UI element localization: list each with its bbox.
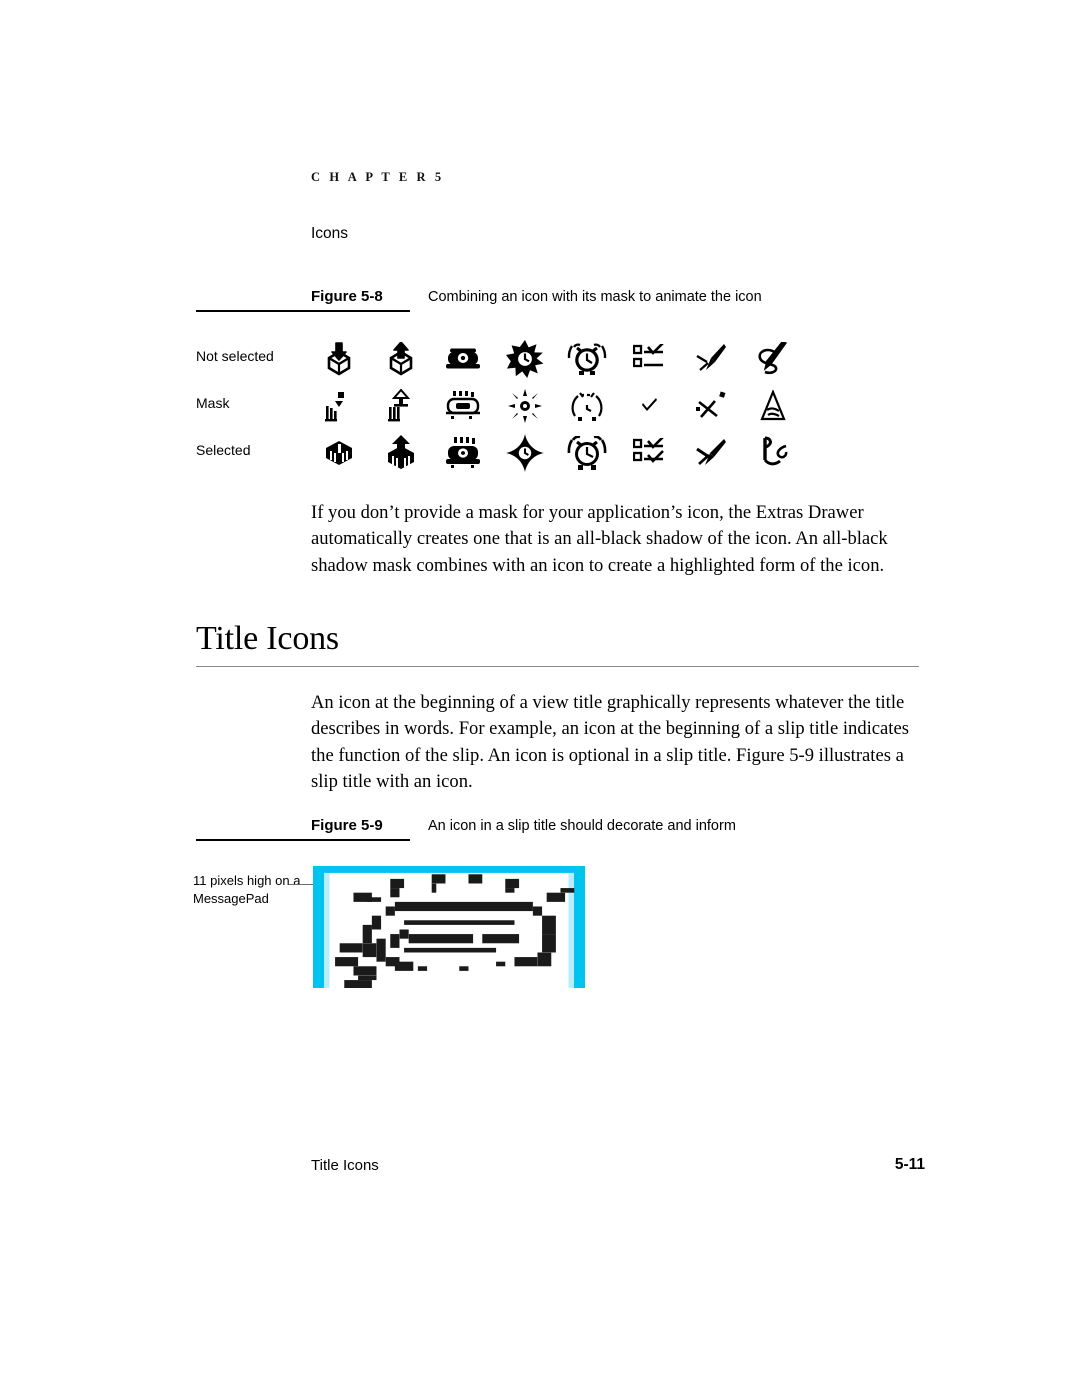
pen-sparkle-glyph: [695, 343, 727, 375]
box-arrow-down-selected-icon: [308, 430, 370, 476]
section-heading-title-icons: Title Icons: [196, 620, 339, 657]
icon-row-not-selected: Not selected: [196, 336, 956, 382]
clock-starburst-mask-icon: [494, 383, 556, 429]
slip-title-bitmap-figure: [313, 866, 585, 988]
figure-number: Figure 5-8: [311, 288, 383, 305]
telephone-selected-icon: [432, 430, 494, 476]
icon-comparison-matrix: Not selected Mask Selected: [196, 336, 956, 476]
icon-row-mask: Mask: [196, 383, 956, 429]
box-arrow-down-icon: [308, 336, 370, 382]
slip-title-bitmap-canvas: [313, 866, 585, 988]
checklist-icon: [618, 336, 680, 382]
figure-caption-text: Combining an icon with its mask to anima…: [428, 289, 762, 305]
box-arrow-up-icon: [370, 336, 432, 382]
chapter-running-head: C H A P T E R 5: [311, 170, 445, 184]
alarm-clock-mask-glyph: [568, 390, 606, 422]
alarm-clock-selected-glyph: [567, 436, 607, 470]
clock-diamond-selected-glyph: [506, 434, 544, 472]
icon-cells-mask: [308, 383, 956, 429]
pen-sparkle-mask-icon: [680, 383, 742, 429]
pencil-scribble-selected-glyph: [756, 436, 790, 470]
pen-sparkle-selected-icon: [680, 430, 742, 476]
pencil-scribble-mask-glyph: [757, 390, 789, 422]
box-arrow-down-selected-glyph: [321, 438, 357, 468]
row-label-mask: Mask: [196, 395, 230, 411]
pencil-scribble-selected-icon: [742, 430, 804, 476]
caption-rule: [196, 839, 410, 841]
clock-starburst-icon: [494, 336, 556, 382]
checklist-selected-icon: [618, 430, 680, 476]
telephone-selected-glyph: [443, 437, 483, 469]
figure-caption-text: An icon in a slip title should decorate …: [428, 818, 736, 834]
pencil-scribble-icon: [742, 336, 804, 382]
icon-cells-not-selected: [308, 336, 956, 382]
chapter-title: Icons: [311, 225, 349, 242]
paragraph-mask-explanation: If you don’t provide a mask for your app…: [311, 502, 888, 576]
box-arrow-down-mask-icon: [308, 383, 370, 429]
checklist-mask-icon: [618, 383, 680, 429]
section-heading-rule: [196, 666, 919, 668]
checklist-selected-glyph: [633, 438, 665, 468]
box-arrow-up-mask-icon: [370, 383, 432, 429]
box-arrow-down-mask-glyph: [324, 390, 354, 422]
clock-starburst-glyph: [506, 340, 544, 378]
pen-sparkle-selected-glyph: [695, 437, 727, 469]
icon-row-selected: Selected: [196, 430, 956, 476]
paragraph-title-icon-intro: An icon at the beginning of a view title…: [311, 692, 909, 792]
telephone-glyph: [443, 346, 483, 372]
box-arrow-up-selected-icon: [370, 430, 432, 476]
telephone-mask-glyph: [443, 391, 483, 421]
telephone-icon: [432, 336, 494, 382]
clock-diamond-selected-icon: [494, 430, 556, 476]
alarm-clock-mask-icon: [556, 383, 618, 429]
document-page: C H A P T E R 5 Icons Figure 5-8 Combini…: [0, 0, 1080, 1397]
telephone-mask-icon: [432, 383, 494, 429]
clock-starburst-mask-glyph: [506, 387, 544, 425]
pen-sparkle-icon: [680, 336, 742, 382]
icon-cells-selected: [308, 430, 956, 476]
figure-caption-5-8: Figure 5-8 Combining an icon with its ma…: [196, 288, 956, 314]
row-label-not-selected: Not selected: [196, 348, 274, 364]
alarm-clock-glyph: [567, 342, 607, 376]
caption-rule: [196, 310, 410, 312]
pencil-scribble-glyph: [756, 342, 790, 376]
footer-section-name: Title Icons: [311, 1157, 379, 1174]
box-arrow-down-glyph: [321, 342, 357, 376]
alarm-clock-selected-icon: [556, 430, 618, 476]
footer-page-number: 5-11: [894, 1156, 925, 1173]
row-label-selected: Selected: [196, 442, 251, 458]
figure-caption-5-9: Figure 5-9 An icon in a slip title shoul…: [196, 817, 956, 843]
box-arrow-up-glyph: [383, 342, 419, 376]
checklist-glyph: [633, 344, 665, 374]
box-arrow-up-mask-glyph: [386, 389, 416, 423]
box-arrow-up-selected-glyph: [383, 435, 419, 471]
alarm-clock-icon: [556, 336, 618, 382]
checklist-mask-glyph: [639, 397, 659, 415]
pen-sparkle-mask-glyph: [695, 391, 727, 421]
callout-label-pixel-height: 11 pixels high on a MessagePad: [193, 873, 301, 906]
pencil-scribble-mask-icon: [742, 383, 804, 429]
figure-number: Figure 5-9: [311, 817, 383, 834]
